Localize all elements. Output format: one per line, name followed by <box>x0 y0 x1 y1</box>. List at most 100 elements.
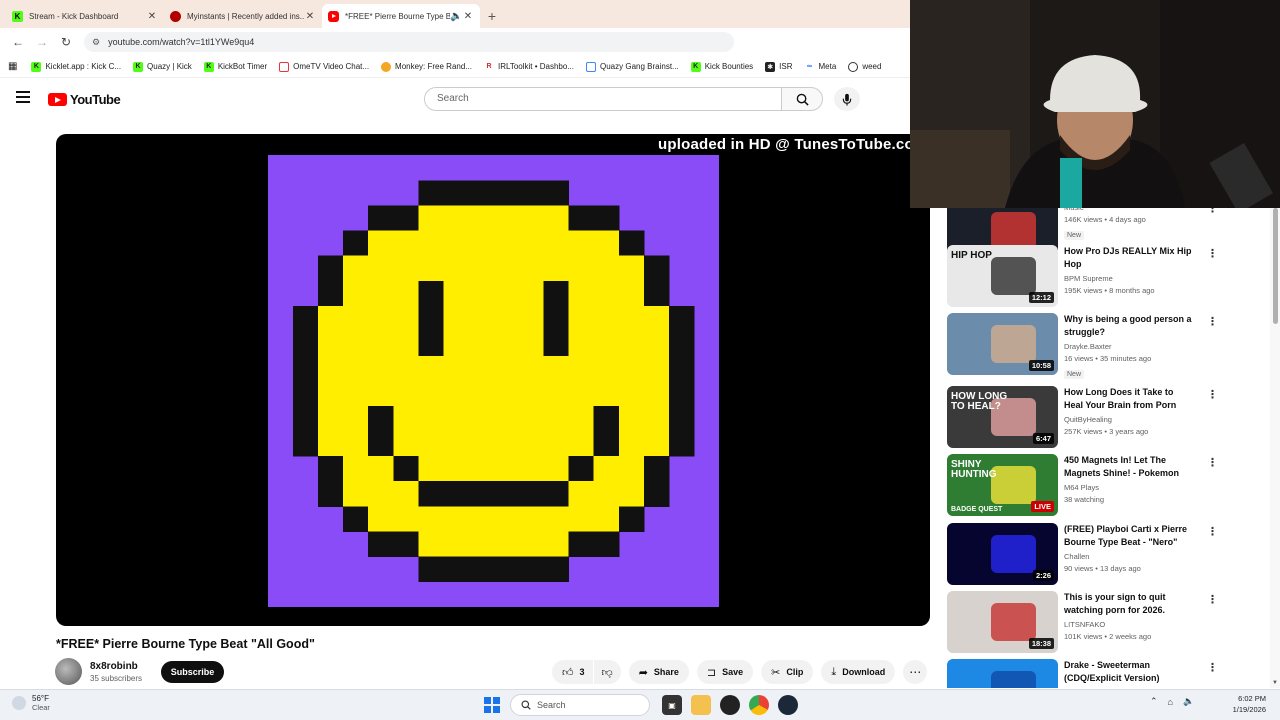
clip-button[interactable]: ✂ Clip <box>761 660 814 684</box>
share-icon: ➦ <box>638 666 648 679</box>
related-video-title[interactable]: How Pro DJs REALLY Mix Hip Hop <box>1064 245 1194 271</box>
more-vertical-icon[interactable]: ⋮ <box>1207 388 1218 401</box>
related-video-title[interactable]: Drake - Sweeterman (CDQ/Explicit Version… <box>1064 659 1194 685</box>
related-video-item[interactable]: Drake - Sweeterman (CDQ/Explicit Version… <box>947 659 1267 688</box>
bookmark-item[interactable]: ✱ ISR <box>765 61 793 72</box>
subscriber-count: 35 subscribers <box>90 673 143 683</box>
tab-title: Stream - Kick Dashboard <box>29 11 119 21</box>
video-player[interactable]: uploaded in HD @ TunesToTube.co <box>56 134 930 626</box>
browser-tab[interactable]: K Stream - Kick Dashboard ✕ <box>6 4 164 28</box>
taskbar-search[interactable]: Search <box>510 694 650 716</box>
more-vertical-icon[interactable]: ⋮ <box>1207 525 1218 538</box>
related-video-thumbnail[interactable]: 18:38 <box>947 591 1058 653</box>
more-vertical-icon[interactable]: ⋮ <box>1207 247 1218 260</box>
thumbnail-art <box>991 535 1036 573</box>
more-actions-button[interactable]: ⋯ <box>903 660 928 684</box>
channel-avatar[interactable] <box>55 658 82 685</box>
close-tab-icon[interactable]: ✕ <box>146 11 158 22</box>
more-vertical-icon[interactable]: ⋮ <box>1207 593 1218 606</box>
more-vertical-icon[interactable]: ⋮ <box>1207 315 1218 328</box>
download-button[interactable]: ⤓ Download <box>821 660 896 684</box>
steam-icon[interactable] <box>778 695 798 715</box>
scroll-down-icon[interactable]: ▼ <box>1272 680 1278 686</box>
share-button[interactable]: ➦ Share <box>628 660 689 684</box>
back-icon[interactable]: ← <box>6 35 30 49</box>
related-video-thumbnail[interactable]: 2:26 <box>947 523 1058 585</box>
related-video-item[interactable]: 10:58 Why is being a good person a strugg… <box>947 313 1267 379</box>
task-view-icon[interactable]: ▣ <box>662 695 682 715</box>
scrollbar[interactable]: ▲ ▼ <box>1270 208 1280 688</box>
like-button[interactable]: 👍︎ 3 <box>552 660 593 684</box>
microphone-icon <box>842 93 852 106</box>
channel-name[interactable]: 8x8robinb <box>90 661 142 672</box>
bookmark-item[interactable]: weed <box>848 61 881 72</box>
url-field[interactable]: ⚙ youtube.com/watch?v=1tl1YWe9qu4 <box>84 32 734 52</box>
dislike-button[interactable]: 👎︎ <box>593 660 621 684</box>
chrome-icon[interactable] <box>749 695 769 715</box>
bookmark-item[interactable]: Quazy Gang Brainst... <box>586 61 679 72</box>
video-frame-image <box>268 155 719 607</box>
reload-icon[interactable]: ↻ <box>54 35 78 49</box>
search-input[interactable]: Search <box>424 87 782 111</box>
related-video-thumbnail[interactable]: SHINY HUNTING BADGE QUEST LIVE <box>947 454 1058 516</box>
related-video-thumbnail[interactable]: HIP HOP 12:12 <box>947 245 1058 307</box>
bookmark-item[interactable]: Monkey: Free Rand... <box>381 61 472 72</box>
thumbs-down-icon: 👎︎ <box>601 666 613 679</box>
chevron-up-icon[interactable]: ⌃ <box>1150 696 1158 707</box>
related-video-title[interactable]: Why is being a good person a struggle? <box>1064 313 1194 339</box>
bookmark-item[interactable]: K Kicklet.app : Kick C... <box>31 61 121 72</box>
site-info-icon[interactable]: ⚙ <box>92 37 100 48</box>
obs-icon[interactable] <box>720 695 740 715</box>
apps-icon[interactable]: ▦ <box>8 61 17 72</box>
thumbnail-art <box>991 603 1036 641</box>
moon-icon <box>12 696 26 710</box>
more-vertical-icon[interactable]: ⋮ <box>1207 456 1218 469</box>
windows-start-icon[interactable] <box>484 697 500 713</box>
voice-search-button[interactable] <box>834 87 860 111</box>
related-video-meta: Drake - Sweeterman (CDQ/Explicit Version… <box>1064 659 1194 688</box>
youtube-logo[interactable]: YouTube <box>48 92 121 107</box>
related-video-title[interactable]: 450 Magnets In! Let The Magnets Shine! -… <box>1064 454 1194 480</box>
volume-icon[interactable]: 🔈 <box>1183 696 1194 707</box>
more-vertical-icon[interactable]: ⋮ <box>1207 208 1218 215</box>
weather-widget[interactable]: 56°F Clear <box>12 694 50 712</box>
bookmark-item[interactable]: K KickBot Timer <box>203 61 267 72</box>
forward-icon[interactable]: → <box>30 35 54 49</box>
mute-tab-icon[interactable]: 🔈 <box>450 11 462 22</box>
related-video-title[interactable]: How Long Does it Take to Heal Your Brain… <box>1064 386 1194 412</box>
related-videos: 6:48Music146K views • 4 days agoNew⋮HIP … <box>940 208 1270 688</box>
bookmark-item[interactable]: OmeTV Video Chat... <box>279 61 369 72</box>
file-explorer-icon[interactable] <box>691 695 711 715</box>
pixel-smiley-icon <box>293 180 695 582</box>
thumbs-up-icon: 👍︎ <box>562 666 574 679</box>
scrollbar-thumb[interactable] <box>1273 208 1278 324</box>
related-video-title[interactable]: This is your sign to quit watching porn … <box>1064 591 1194 617</box>
related-video-item[interactable]: 2:26 (FREE) Playboi Carti x Pierre Bourne… <box>947 523 1267 587</box>
related-video-thumbnail[interactable]: 10:58 <box>947 313 1058 375</box>
clock[interactable]: 6:02 PM 1/19/2026 <box>1200 693 1266 715</box>
docs-icon <box>586 61 596 72</box>
browser-tab[interactable]: Myinstants | Recently added ins... ✕ <box>164 4 322 28</box>
close-tab-icon[interactable]: ✕ <box>304 11 316 22</box>
save-button[interactable]: ⊐ Save <box>696 660 754 684</box>
related-video-item[interactable]: HOW LONG TO HEAL? 6:47 How Long Does it Ta… <box>947 386 1267 450</box>
menu-icon[interactable] <box>16 91 30 103</box>
like-count: 3 <box>579 667 585 677</box>
close-tab-icon[interactable]: ✕ <box>462 11 474 22</box>
bookmark-item[interactable]: ∞ Meta <box>805 62 836 72</box>
related-video-item[interactable]: HIP HOP 12:12 How Pro DJs REALLY Mix Hip H… <box>947 245 1267 309</box>
related-video-item[interactable]: 18:38 This is your sign to quit watching … <box>947 591 1267 655</box>
related-video-item[interactable]: SHINY HUNTING BADGE QUEST LIVE 450 Magnets … <box>947 454 1267 518</box>
related-video-thumbnail[interactable] <box>947 659 1058 688</box>
new-tab-button[interactable]: + <box>480 4 504 28</box>
bookmark-item[interactable]: K Quazy | Kick <box>133 61 192 72</box>
related-video-title[interactable]: (FREE) Playboi Carti x Pierre Bourne Typ… <box>1064 523 1194 549</box>
browser-tab-active[interactable]: *FREE* Pierre Bourne Type B... 🔈 ✕ <box>322 4 480 28</box>
subscribe-button[interactable]: Subscribe <box>161 661 224 683</box>
search-button[interactable] <box>781 87 823 111</box>
bookmark-item[interactable]: K Kick Bounties <box>690 61 753 72</box>
more-vertical-icon[interactable]: ⋮ <box>1207 661 1218 674</box>
network-icon[interactable]: ⌂ <box>1168 697 1173 707</box>
bookmark-item[interactable]: R IRLToolkit • Dashbo... <box>484 62 574 72</box>
related-video-thumbnail[interactable]: HOW LONG TO HEAL? 6:47 <box>947 386 1058 448</box>
